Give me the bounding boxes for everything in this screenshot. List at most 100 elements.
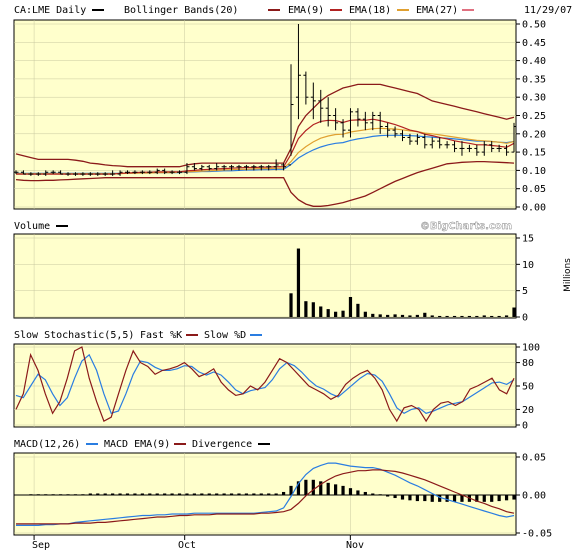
price-tick-10: 0.00: [522, 203, 546, 214]
stoch-tick-0: 100: [522, 343, 540, 354]
legend-fast-k: Fast %K: [140, 330, 182, 341]
divergence-bar: [81, 494, 85, 496]
price-tick-6: 0.20: [522, 129, 546, 140]
volume-bar: [378, 314, 382, 317]
volume-bar: [363, 311, 367, 317]
divergence-bar: [229, 493, 234, 495]
divergence-bar: [244, 493, 249, 495]
price-tick-4: 0.30: [522, 93, 546, 104]
divergence-bar: [148, 493, 152, 495]
volume-bar: [445, 315, 449, 317]
volume-bar: [460, 315, 464, 317]
divergence-bar: [185, 493, 189, 495]
divergence-bar: [96, 493, 100, 495]
divergence-bar: [44, 494, 48, 496]
divergence-bar: [118, 493, 122, 495]
volume-bar: [326, 309, 330, 317]
volume-bar: [430, 315, 434, 317]
divergence-bar: [363, 491, 367, 495]
divergence-bar: [497, 495, 501, 502]
volume-bar: [341, 310, 345, 317]
price-tick-7: 0.15: [522, 148, 546, 159]
divergence-bar: [348, 488, 353, 495]
divergence-bar: [192, 493, 196, 495]
divergence-bar: [400, 495, 405, 500]
price-panel-bg: [13, 19, 517, 210]
volume-panel-bg: [13, 233, 517, 319]
divergence-bar: [423, 495, 427, 502]
divergence-bar: [452, 495, 457, 502]
volume-bar: [356, 303, 360, 317]
divergence-bar: [415, 495, 419, 502]
price-tick-2: 0.40: [522, 56, 546, 67]
divergence-bar: [334, 484, 338, 495]
volume-bar: [311, 302, 315, 317]
month-label-nov: Nov: [346, 540, 364, 551]
divergence-bar: [281, 491, 286, 495]
legend-ticker: CA:LME Daily: [14, 5, 86, 16]
chart-canvas: 0.50 0.45 0.40 0.35 0.30 0.25 0.20 0.15 0.10 0.05…: [0, 0, 579, 553]
macd-tick-2: -0.05: [522, 529, 552, 540]
price-tick-3: 0.35: [522, 74, 546, 85]
legend-ema9: EMA(9): [288, 5, 324, 16]
divergence-bar: [408, 495, 412, 501]
divergence-bar: [356, 490, 360, 495]
divergence-bar: [140, 493, 144, 495]
volume-bar: [319, 306, 323, 317]
divergence-bar: [259, 493, 263, 495]
divergence-bar: [29, 494, 33, 496]
watermark: ©BigCharts.com: [420, 221, 512, 232]
divergence-bar: [133, 493, 137, 495]
volume-bar: [490, 315, 494, 317]
divergence-bar: [200, 493, 204, 495]
legend-slow-d: Slow %D: [204, 330, 246, 341]
volume-tick-0: 15: [522, 234, 534, 245]
price-tick-8: 0.10: [522, 166, 546, 177]
volume-bar: [408, 315, 412, 317]
divergence-bar: [237, 493, 241, 495]
divergence-bar: [386, 495, 390, 497]
divergence-bar: [482, 495, 486, 502]
month-label-sep: Sep: [32, 540, 50, 551]
volume-bar: [452, 315, 457, 317]
divergence-bar: [177, 493, 182, 495]
divergence-bar: [111, 493, 115, 495]
divergence-bar: [304, 479, 308, 495]
volume-tick-2: 5: [522, 286, 528, 297]
divergence-bar: [36, 494, 40, 496]
volume-bar: [386, 314, 390, 317]
divergence-bar: [430, 495, 434, 502]
divergence-bar: [163, 493, 167, 495]
stoch-tick-3: 20: [522, 405, 534, 416]
volume-bar: [423, 312, 427, 317]
divergence-bar: [170, 493, 174, 495]
price-tick-1: 0.45: [522, 38, 546, 49]
divergence-bar: [445, 495, 449, 502]
divergence-bar: [88, 493, 92, 495]
volume-bar: [296, 248, 301, 317]
macd-tick-0: 0.05: [522, 453, 546, 464]
volume-bar: [334, 311, 338, 317]
volume-bar: [415, 314, 419, 317]
divergence-bar: [378, 494, 382, 496]
price-panel: 0.50 0.45 0.40 0.35 0.30 0.25 0.20 0.15 0.10 0.05…: [13, 5, 572, 214]
divergence-bar: [58, 494, 63, 496]
volume-bar: [482, 315, 486, 317]
divergence-bar: [371, 493, 375, 495]
chart-date: 11/29/07: [524, 5, 572, 16]
volume-bar: [289, 293, 293, 317]
volume-tick-1: 10: [522, 260, 534, 271]
legend-ema18: EMA(18): [349, 5, 391, 16]
divergence-bar: [125, 493, 130, 495]
volume-tick-3: 0: [522, 313, 528, 324]
divergence-bar: [438, 495, 442, 502]
price-tick-9: 0.05: [522, 184, 546, 195]
month-label-oct: Oct: [178, 540, 196, 551]
stoch-tick-4: 0: [522, 421, 528, 432]
divergence-bar: [51, 494, 55, 496]
volume-bar: [497, 315, 501, 317]
legend-macd-ema: MACD EMA(9): [104, 439, 170, 450]
stochastic-panel-bg: [13, 343, 517, 428]
divergence-bar: [267, 493, 271, 495]
legend-stochastic: Slow Stochastic(5,5): [14, 330, 134, 341]
